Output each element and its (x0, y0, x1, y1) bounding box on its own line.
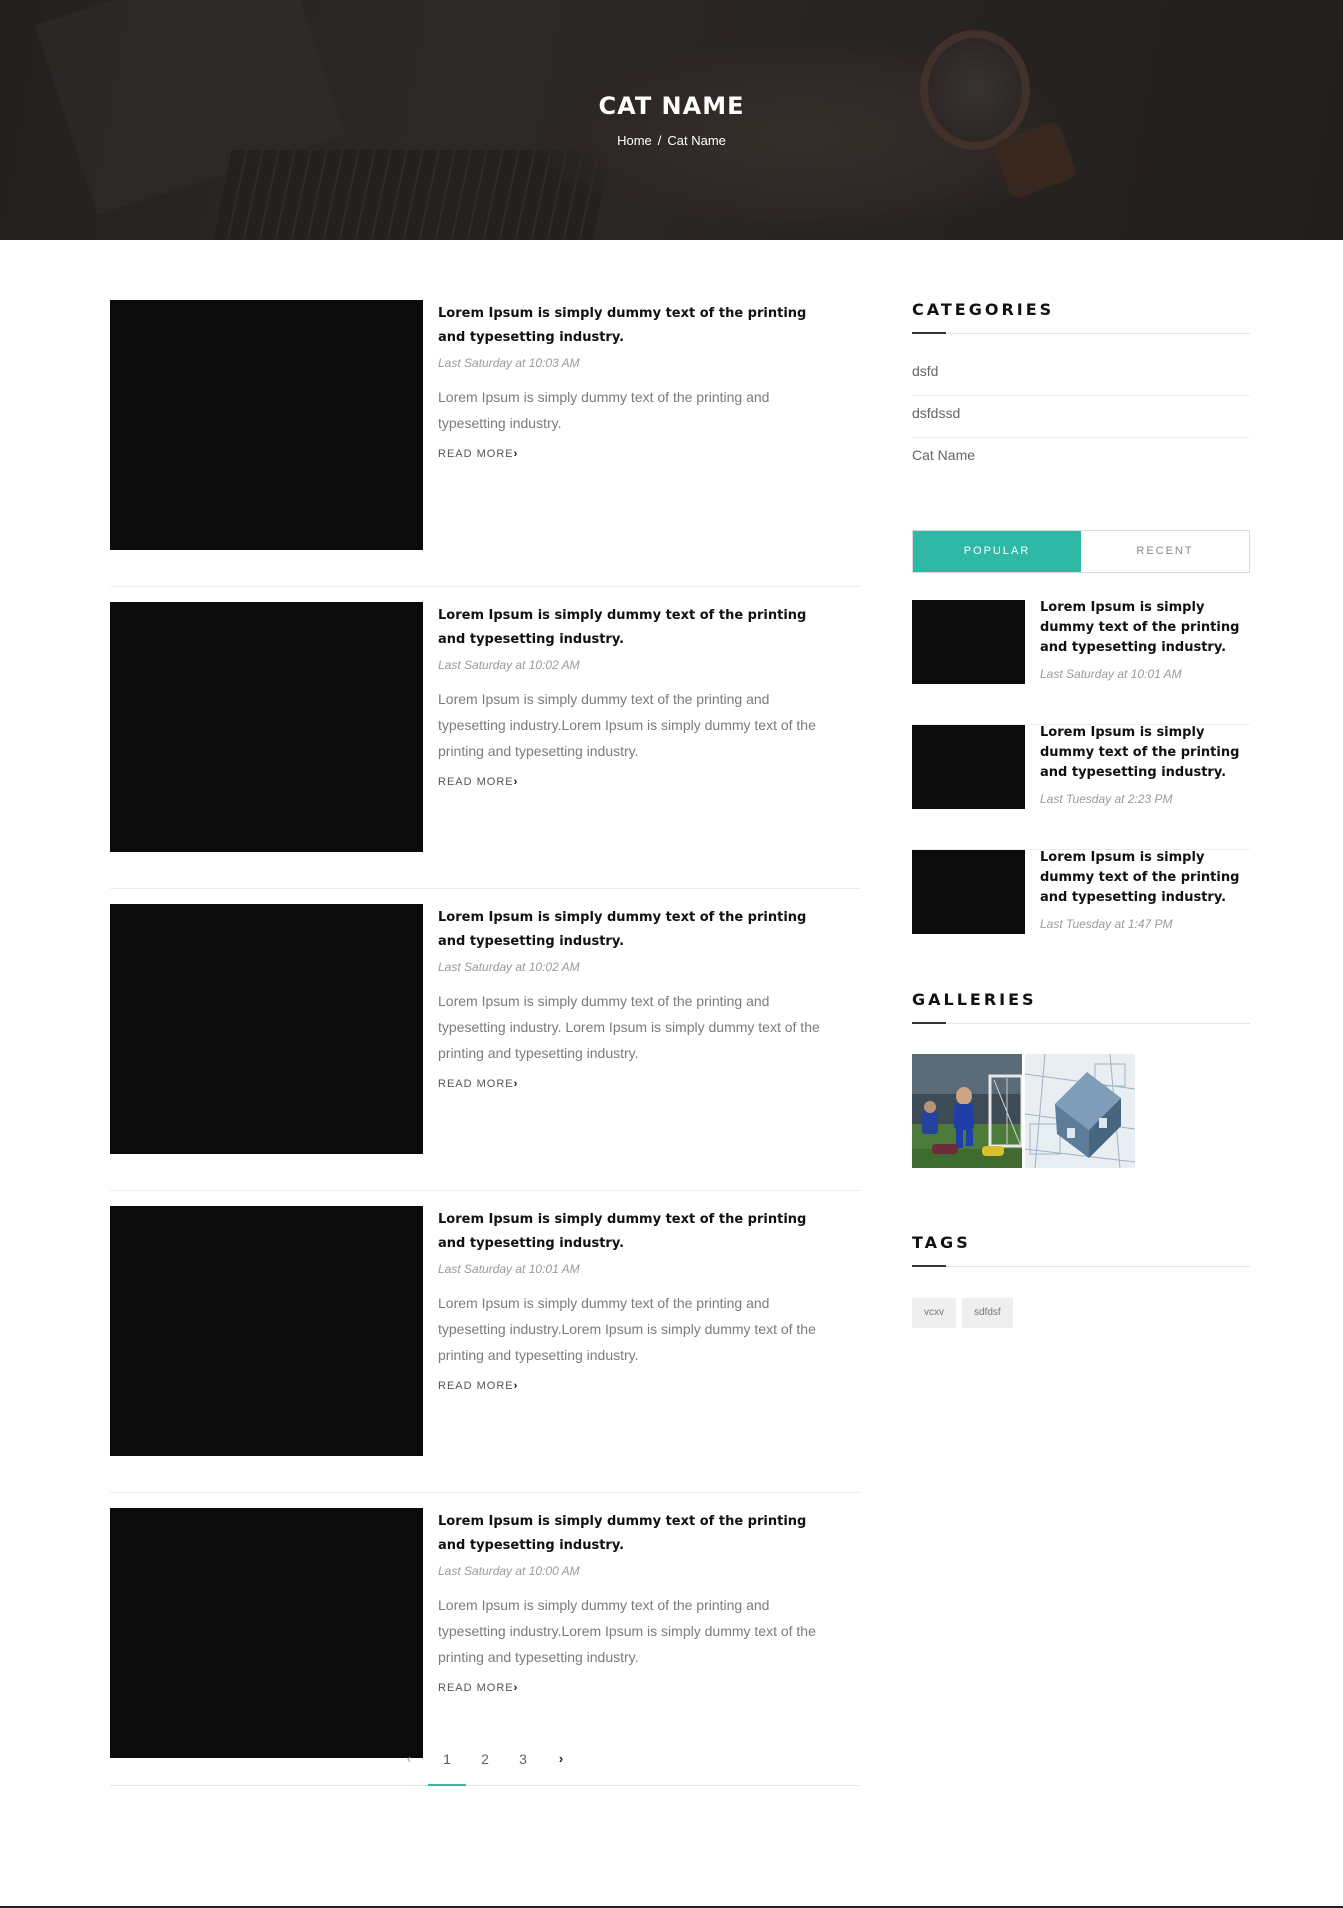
pagination-page-1[interactable]: 1 (428, 1744, 466, 1786)
post-title[interactable]: Lorem Ipsum is simply dummy text of the … (438, 302, 838, 350)
chevron-right-icon: › (513, 1682, 519, 1694)
tags-widget: TAGS vcxv sdfdsf (912, 1233, 1250, 1328)
post-thumbnail[interactable] (110, 1206, 423, 1456)
breadcrumb-home-link[interactable]: Home (617, 133, 652, 148)
popular-post-date: Last Saturday at 10:01 AM (1040, 667, 1182, 681)
post-thumbnail[interactable] (110, 300, 423, 550)
galleries-widget: GALLERIES (912, 990, 1250, 1168)
read-more-link[interactable]: READ MORE› (438, 1380, 518, 1392)
post-title[interactable]: Lorem Ipsum is simply dummy text of the … (438, 604, 838, 652)
post-date: Last Saturday at 10:03 AM (438, 356, 580, 370)
popular-post-thumbnail[interactable] (912, 725, 1025, 809)
post-list: Lorem Ipsum is simply dummy text of the … (110, 300, 860, 1795)
post-title[interactable]: Lorem Ipsum is simply dummy text of the … (438, 906, 838, 954)
chevron-right-icon: › (513, 1078, 519, 1090)
popular-post-thumbnail[interactable] (912, 850, 1025, 934)
sidebar: CATEGORIES dsfd dsfdssd Cat Name POPULAR… (912, 300, 1250, 1328)
tags-title: TAGS (912, 1233, 971, 1252)
post-title[interactable]: Lorem Ipsum is simply dummy text of the … (438, 1510, 838, 1558)
popular-post-date: Last Tuesday at 1:47 PM (1040, 917, 1173, 931)
popular-post-title[interactable]: Lorem Ipsum is simply dummy text of the … (1040, 598, 1250, 658)
popular-post-thumbnail[interactable] (912, 600, 1025, 684)
post-thumbnail[interactable] (110, 602, 423, 852)
post-excerpt: Lorem Ipsum is simply dummy text of the … (438, 389, 770, 431)
post-item: Lorem Ipsum is simply dummy text of the … (110, 300, 860, 587)
read-more-link[interactable]: READ MORE› (438, 776, 518, 788)
chevron-right-icon: › (513, 1380, 519, 1392)
pagination-prev-button[interactable]: ‹ (390, 1744, 428, 1786)
galleries-divider (912, 1022, 1250, 1024)
post-excerpt: Lorem Ipsum is simply dummy text of the … (438, 1597, 816, 1665)
categories-divider (912, 332, 1250, 334)
tab-recent[interactable]: RECENT (1081, 531, 1249, 572)
breadcrumb-separator: / (657, 133, 662, 148)
read-more-link[interactable]: READ MORE› (438, 448, 518, 460)
categories-list: dsfd dsfdssd Cat Name (912, 354, 1250, 480)
tag-item[interactable]: sdfdsf (962, 1298, 1013, 1328)
categories-widget: CATEGORIES dsfd dsfdssd Cat Name (912, 300, 1250, 480)
page-hero: CAT NAME Home / Cat Name (0, 0, 1343, 240)
popular-post-title[interactable]: Lorem Ipsum is simply dummy text of the … (1040, 848, 1250, 908)
gallery-image-house-blueprint[interactable] (1025, 1054, 1135, 1168)
post-date: Last Saturday at 10:01 AM (438, 1262, 580, 1276)
category-item[interactable]: dsfdssd (912, 396, 1250, 438)
post-excerpt: Lorem Ipsum is simply dummy text of the … (438, 993, 820, 1061)
pagination-page-3[interactable]: 3 (504, 1744, 542, 1786)
page-title: CAT NAME (598, 92, 745, 120)
post-date: Last Saturday at 10:02 AM (438, 658, 580, 672)
pagination-page-2[interactable]: 2 (466, 1744, 504, 1786)
galleries-title: GALLERIES (912, 990, 1037, 1009)
post-excerpt: Lorem Ipsum is simply dummy text of the … (438, 1295, 816, 1363)
breadcrumb-current: Cat Name (667, 133, 726, 148)
post-title[interactable]: Lorem Ipsum is simply dummy text of the … (438, 1208, 838, 1256)
popular-posts-list: Lorem Ipsum is simply dummy text of the … (912, 600, 1250, 975)
popular-post-item: Lorem Ipsum is simply dummy text of the … (912, 850, 1250, 975)
tag-item[interactable]: vcxv (912, 1298, 956, 1328)
popular-post-title[interactable]: Lorem Ipsum is simply dummy text of the … (1040, 723, 1250, 783)
category-item[interactable]: dsfd (912, 354, 1250, 396)
post-tabs: POPULAR RECENT (912, 530, 1250, 573)
post-thumbnail[interactable] (110, 904, 423, 1154)
popular-post-item: Lorem Ipsum is simply dummy text of the … (912, 600, 1250, 725)
post-thumbnail[interactable] (110, 1508, 423, 1758)
popular-post-item: Lorem Ipsum is simply dummy text of the … (912, 725, 1250, 850)
pagination: ‹ 1 2 3 › (110, 1744, 860, 1786)
post-item: Lorem Ipsum is simply dummy text of the … (110, 904, 860, 1191)
post-excerpt: Lorem Ipsum is simply dummy text of the … (438, 691, 816, 759)
categories-title: CATEGORIES (912, 300, 1055, 319)
popular-post-date: Last Tuesday at 2:23 PM (1040, 792, 1173, 806)
post-item: Lorem Ipsum is simply dummy text of the … (110, 1206, 860, 1493)
post-date: Last Saturday at 10:00 AM (438, 1564, 580, 1578)
pagination-next-button[interactable]: › (542, 1744, 580, 1786)
chevron-right-icon: › (513, 448, 519, 460)
gallery-image-football[interactable] (912, 1054, 1022, 1168)
category-item[interactable]: Cat Name (912, 438, 1250, 480)
chevron-right-icon: › (513, 776, 519, 788)
breadcrumb: Home / Cat Name (0, 133, 1343, 148)
read-more-link[interactable]: READ MORE› (438, 1078, 518, 1090)
tags-divider (912, 1265, 1250, 1267)
post-item: Lorem Ipsum is simply dummy text of the … (110, 602, 860, 889)
read-more-link[interactable]: READ MORE› (438, 1682, 518, 1694)
post-date: Last Saturday at 10:02 AM (438, 960, 580, 974)
tab-popular[interactable]: POPULAR (913, 531, 1081, 572)
